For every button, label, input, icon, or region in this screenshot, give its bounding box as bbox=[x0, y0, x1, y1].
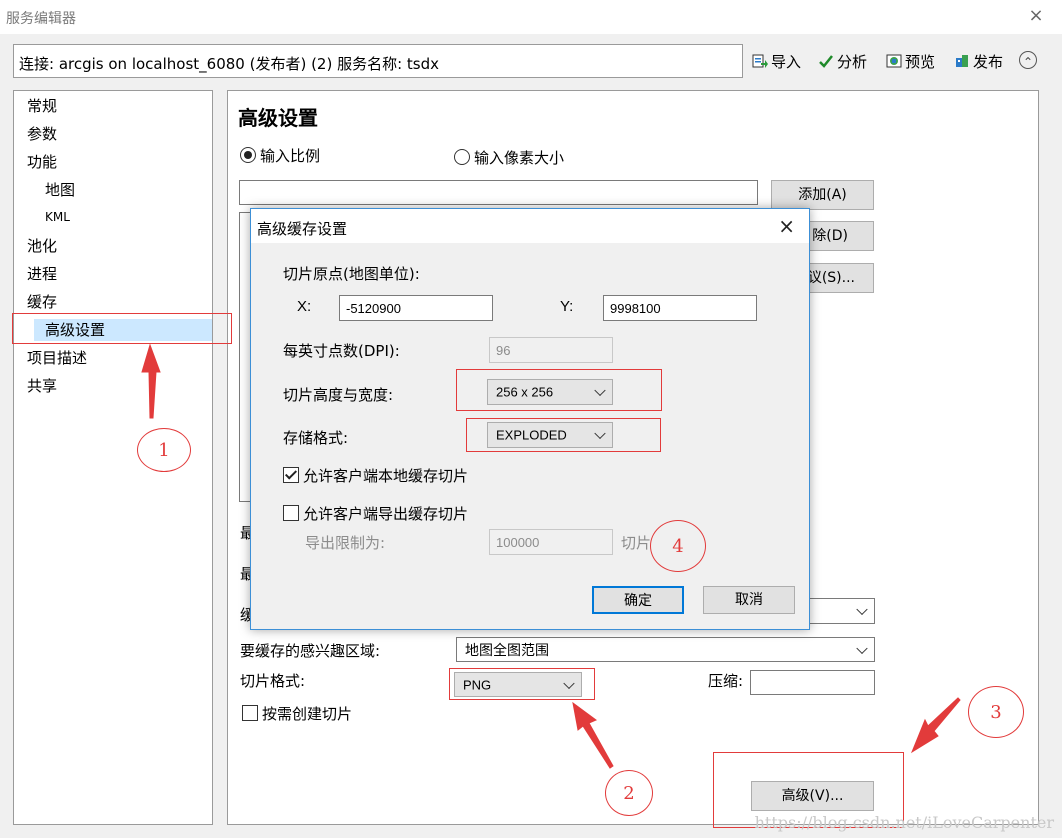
ok-button[interactable]: 确定 bbox=[592, 586, 684, 614]
export-limit-unit: 切片 bbox=[621, 534, 652, 552]
checkbox-unchecked-icon bbox=[283, 505, 299, 521]
dialog-title-bar: 高级缓存设置 × bbox=[251, 209, 809, 243]
dpi-label: 每英寸点数(DPI): bbox=[283, 342, 400, 360]
allow-export-cache-checkbox[interactable]: 允许客户端导出缓存切片 bbox=[283, 503, 468, 524]
watermark-text: https://blog.csdn.net/iLoveCarpenter bbox=[754, 813, 1054, 832]
export-limit-input: 100000 bbox=[489, 529, 613, 555]
tile-size-label: 切片高度与宽度: bbox=[283, 386, 394, 404]
allow-export-cache-label: 允许客户端导出缓存切片 bbox=[303, 505, 469, 523]
export-limit-label: 导出限制为: bbox=[305, 534, 386, 552]
tile-origin-label: 切片原点(地图单位): bbox=[283, 265, 420, 283]
allow-local-cache-checkbox[interactable]: 允许客户端本地缓存切片 bbox=[283, 465, 468, 486]
annotation-number-4: 4 bbox=[650, 520, 706, 572]
dialog-title: 高级缓存设置 bbox=[257, 220, 348, 238]
dpi-input: 96 bbox=[489, 337, 613, 363]
storage-format-label: 存储格式: bbox=[283, 429, 349, 447]
x-input[interactable]: -5120900 bbox=[339, 295, 493, 321]
y-label: Y: bbox=[560, 298, 574, 315]
annotation-box-storage-format bbox=[466, 418, 661, 452]
checkbox-checked-icon bbox=[283, 467, 299, 483]
allow-local-cache-label: 允许客户端本地缓存切片 bbox=[303, 467, 469, 485]
advanced-cache-dialog: 高级缓存设置 × 切片原点(地图单位): X: -5120900 Y: 9998… bbox=[250, 208, 810, 630]
arrow-to-tile-format bbox=[572, 701, 614, 769]
arrow-to-advanced-button bbox=[910, 697, 961, 754]
annotation-box-tile-size bbox=[456, 369, 662, 411]
x-label: X: bbox=[297, 298, 312, 315]
arrow-to-advanced-settings bbox=[141, 343, 161, 419]
y-input[interactable]: 9998100 bbox=[603, 295, 757, 321]
dialog-close-icon[interactable]: × bbox=[778, 214, 795, 238]
cancel-button[interactable]: 取消 bbox=[703, 586, 795, 614]
